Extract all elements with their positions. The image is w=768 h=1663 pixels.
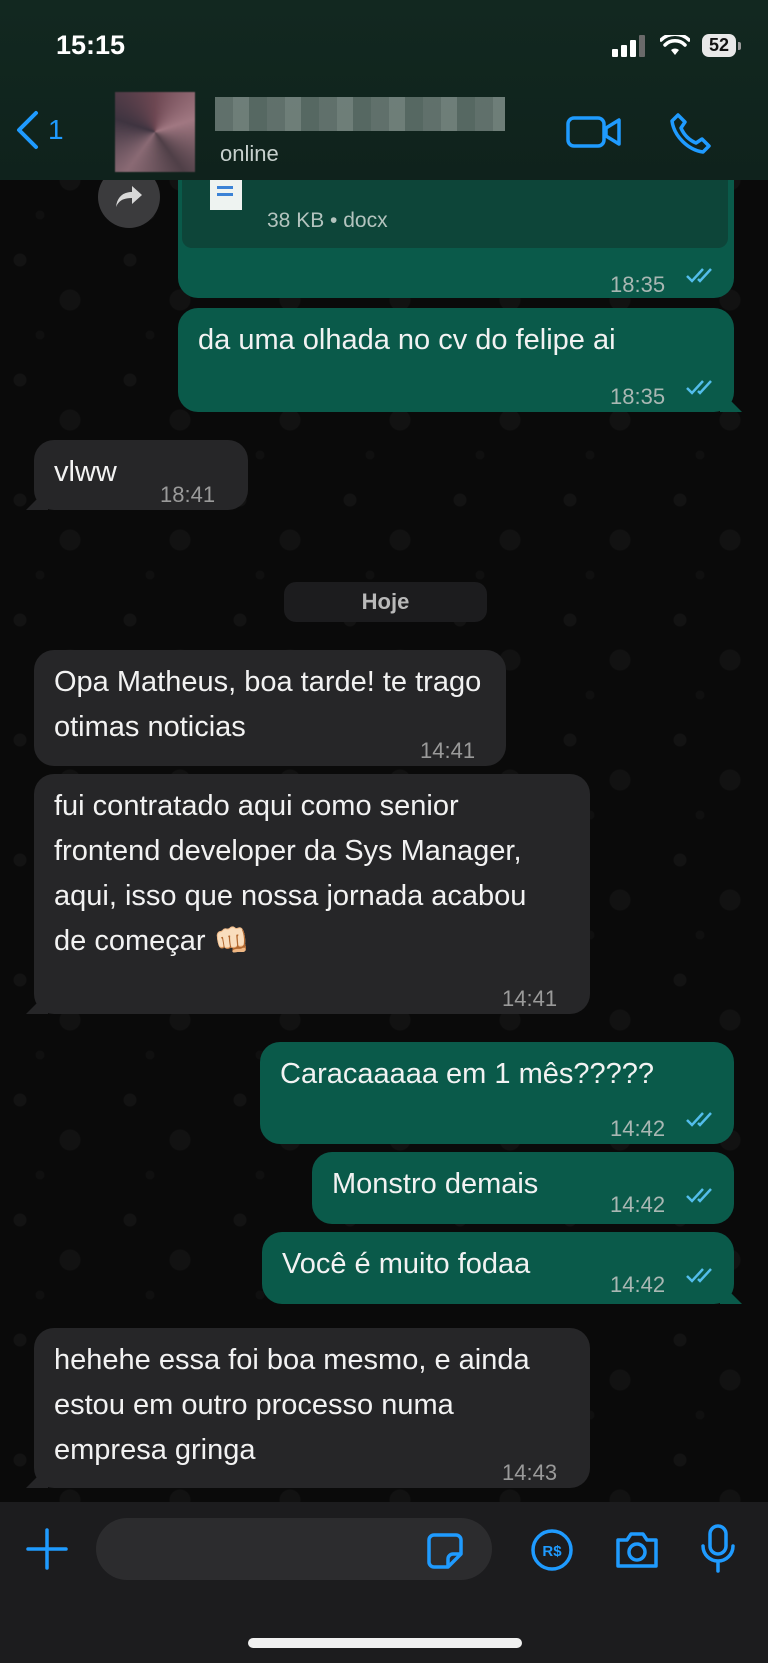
message-outgoing[interactable]: Monstro demais 14:42 bbox=[312, 1152, 734, 1224]
message-incoming[interactable]: fui contratado aqui como senior frontend… bbox=[34, 774, 590, 1014]
read-ticks-icon bbox=[686, 1188, 712, 1203]
video-call-icon[interactable] bbox=[566, 114, 622, 150]
message-incoming[interactable]: hehehe essa foi boa mesmo, e ainda estou… bbox=[34, 1328, 590, 1488]
read-ticks-icon bbox=[686, 1112, 712, 1127]
message-outgoing[interactable]: Você é muito fodaa 14:42 bbox=[262, 1232, 734, 1304]
day-separator: Hoje bbox=[284, 582, 487, 622]
payment-icon[interactable]: R$ bbox=[530, 1528, 574, 1572]
microphone-icon[interactable] bbox=[700, 1524, 736, 1574]
message-text: hehehe essa foi boa mesmo, e ainda estou… bbox=[54, 1344, 530, 1466]
contact-status: online bbox=[220, 141, 279, 166]
message-time: 14:41 bbox=[420, 738, 476, 763]
message-composer: R$ bbox=[0, 1502, 768, 1663]
message-incoming[interactable]: Opa Matheus, boa tarde! te trago otimas … bbox=[34, 650, 506, 766]
message-text: Opa Matheus, boa tarde! te trago otimas … bbox=[54, 666, 482, 743]
sticker-icon[interactable] bbox=[426, 1532, 464, 1570]
wifi-icon bbox=[659, 34, 690, 55]
status-indicators: 52 bbox=[611, 34, 742, 57]
message-time: 14:41 bbox=[502, 986, 558, 1011]
read-ticks-icon bbox=[686, 1268, 712, 1283]
signal-icon bbox=[611, 34, 645, 57]
chat-area[interactable]: 38 KB • docx 18:35 da uma olhada no cv d… bbox=[0, 0, 768, 1663]
message-text: Monstro demais bbox=[332, 1168, 539, 1200]
read-ticks-icon bbox=[686, 380, 712, 395]
back-button[interactable]: 1 bbox=[14, 110, 64, 150]
message-text: da uma olhada no cv do felipe ai bbox=[198, 324, 616, 356]
message-time: 18:35 bbox=[610, 384, 666, 409]
message-time: 14:42 bbox=[610, 1192, 666, 1217]
message-time: 14:43 bbox=[502, 1460, 558, 1485]
message-text: vlww bbox=[54, 456, 117, 488]
message-time: 14:42 bbox=[610, 1116, 666, 1141]
message-time: 14:42 bbox=[610, 1272, 666, 1297]
unread-count: 1 bbox=[48, 114, 64, 145]
phone-call-icon[interactable] bbox=[668, 112, 712, 156]
message-outgoing[interactable]: da uma olhada no cv do felipe ai 18:35 bbox=[178, 308, 734, 412]
message-text: Caracaaaaa em 1 mês????? bbox=[280, 1058, 655, 1090]
forward-icon bbox=[116, 186, 142, 207]
status-time: 15:15 bbox=[56, 30, 126, 60]
file-card[interactable]: 38 KB • docx bbox=[182, 168, 728, 248]
camera-icon[interactable] bbox=[614, 1530, 660, 1570]
read-ticks-icon bbox=[686, 268, 712, 283]
plus-icon[interactable] bbox=[26, 1528, 68, 1570]
message-incoming[interactable]: vlww 18:41 bbox=[34, 440, 248, 510]
message-time: 18:41 bbox=[160, 482, 216, 507]
message-text: fui contratado aqui como senior frontend… bbox=[54, 790, 527, 957]
message-text: Você é muito fodaa bbox=[282, 1248, 531, 1280]
contact-name-redacted[interactable] bbox=[215, 97, 505, 131]
chat-header: 15:15 52 1 online bbox=[0, 0, 768, 180]
message-time: 18:35 bbox=[610, 272, 666, 297]
battery-indicator: 52 bbox=[701, 34, 742, 57]
chevron-left-icon bbox=[17, 111, 38, 149]
svg-text:R$: R$ bbox=[542, 1543, 562, 1560]
message-outgoing[interactable]: Caracaaaaa em 1 mês????? 14:42 bbox=[260, 1042, 734, 1144]
file-meta: 38 KB • docx bbox=[267, 209, 388, 232]
home-indicator bbox=[248, 1638, 522, 1648]
avatar[interactable] bbox=[115, 92, 195, 172]
